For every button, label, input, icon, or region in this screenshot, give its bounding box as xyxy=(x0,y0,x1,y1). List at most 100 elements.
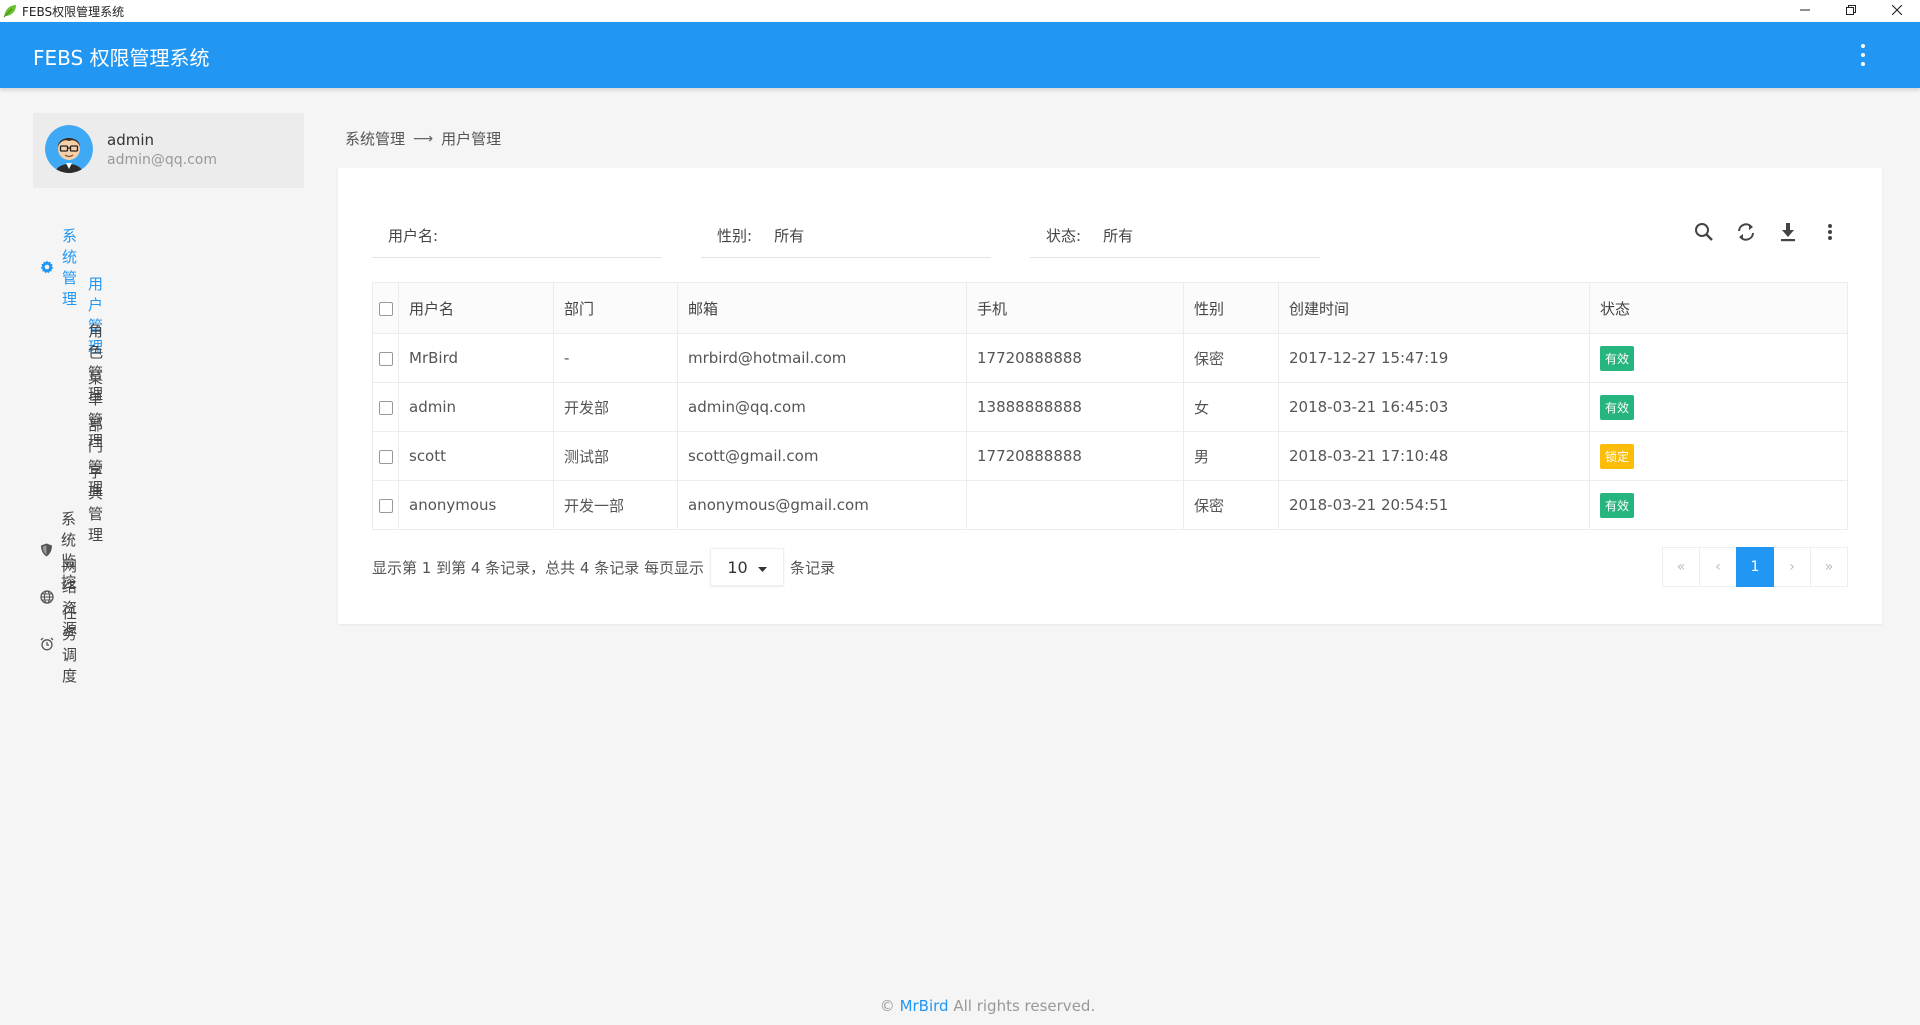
avatar xyxy=(45,125,93,173)
cell-phone xyxy=(966,480,1184,530)
breadcrumb: 系统管理 ⟶ 用户管理 xyxy=(345,128,501,149)
sidebar-group-label: 任务调度 xyxy=(62,604,78,685)
cell-username: MrBird xyxy=(398,333,554,383)
username-filter[interactable]: 用户名: xyxy=(372,213,662,258)
table-toolbar xyxy=(1692,220,1842,244)
alarm-clock-icon xyxy=(40,637,54,651)
row-checkbox[interactable] xyxy=(372,480,399,530)
cell-gender: 保密 xyxy=(1183,480,1279,530)
gear-icon xyxy=(40,260,54,274)
copyright-footer: © MrBird All rights reserved. xyxy=(0,997,1920,1015)
status-badge: 有效 xyxy=(1600,394,1635,420)
author-link[interactable]: MrBird xyxy=(900,997,949,1015)
cell-created: 2017-12-27 15:47:19 xyxy=(1278,333,1590,383)
gender-filter-select[interactable]: 所有 xyxy=(774,225,804,246)
row-checkbox[interactable] xyxy=(372,333,399,383)
row-checkbox[interactable] xyxy=(372,431,399,481)
select-all-checkbox[interactable] xyxy=(372,282,399,334)
cell-phone: 17720888888 xyxy=(966,431,1184,481)
cell-created: 2018-03-21 17:10:48 xyxy=(1278,431,1590,481)
column-header-username[interactable]: 用户名 xyxy=(398,282,554,334)
cell-status: 有效 xyxy=(1589,480,1848,530)
breadcrumb-current: 用户管理 xyxy=(441,130,502,148)
cell-gender: 保密 xyxy=(1183,333,1279,383)
cell-username: anonymous xyxy=(398,480,554,530)
close-window-button[interactable] xyxy=(1874,0,1920,22)
page-size-value: 10 xyxy=(727,557,748,577)
gender-filter[interactable]: 性别: 所有 xyxy=(701,213,991,258)
pagination: « ‹ 1 › » xyxy=(1662,547,1848,587)
cell-dept: 开发一部 xyxy=(553,480,678,530)
cell-email: admin@qq.com xyxy=(677,382,967,432)
arrow-right-icon: ⟶ xyxy=(413,130,434,147)
column-header-dept[interactable]: 部门 xyxy=(553,282,678,334)
cell-dept: 开发部 xyxy=(553,382,678,432)
caret-down-icon xyxy=(757,558,767,577)
app-title: FEBS 权限管理系统 xyxy=(33,46,210,70)
next-page-button[interactable]: › xyxy=(1773,547,1811,587)
status-badge: 有效 xyxy=(1600,345,1635,371)
table-row[interactable]: scott 测试部 scott@gmail.com 17720888888 男 … xyxy=(372,431,1848,481)
cell-phone: 17720888888 xyxy=(966,333,1184,383)
cell-gender: 男 xyxy=(1183,431,1279,481)
status-filter-label: 状态: xyxy=(1046,226,1082,245)
cell-status: 有效 xyxy=(1589,382,1848,432)
user-card[interactable]: admin admin@qq.com xyxy=(33,113,304,188)
table-row[interactable]: MrBird - mrbird@hotmail.com 17720888888 … xyxy=(372,333,1848,383)
last-page-button[interactable]: » xyxy=(1810,547,1848,587)
status-filter[interactable]: 状态: 所有 xyxy=(1030,213,1320,258)
restore-icon xyxy=(1846,4,1856,19)
sidebar-group-system-management[interactable]: 系统管理 xyxy=(40,225,77,309)
breadcrumb-parent[interactable]: 系统管理 xyxy=(345,128,405,149)
user-table: 用户名 部门 邮箱 手机 性别 创建时间 状态 MrBird - mrbird@… xyxy=(372,282,1848,530)
cell-email: scott@gmail.com xyxy=(677,431,967,481)
more-vertical-icon[interactable] xyxy=(1818,220,1842,244)
status-badge: 有效 xyxy=(1600,492,1635,518)
cell-created: 2018-03-21 16:45:03 xyxy=(1278,382,1590,432)
copyright-symbol: © xyxy=(879,997,895,1015)
cell-created: 2018-03-21 20:54:51 xyxy=(1278,480,1590,530)
status-filter-select[interactable]: 所有 xyxy=(1103,225,1133,246)
column-header-email[interactable]: 邮箱 xyxy=(677,282,967,334)
cell-username: scott xyxy=(398,431,554,481)
table-row[interactable]: admin 开发部 admin@qq.com 13888888888 女 201… xyxy=(372,382,1848,432)
column-header-phone[interactable]: 手机 xyxy=(966,282,1184,334)
minimize-button[interactable] xyxy=(1782,0,1828,22)
page-button-1[interactable]: 1 xyxy=(1736,547,1774,587)
first-page-button[interactable]: « xyxy=(1662,547,1700,587)
cell-username: admin xyxy=(398,382,554,432)
pagination-info-prefix: 显示第 1 到第 4 条记录，总共 4 条记录 每页显示 xyxy=(372,558,705,577)
window-titlebar: FEBS权限管理系统 xyxy=(0,0,1920,22)
pagination-info-suffix: 条记录 xyxy=(790,558,836,577)
restore-button[interactable] xyxy=(1828,0,1874,22)
download-icon[interactable] xyxy=(1776,220,1800,244)
pagination-info: 显示第 1 到第 4 条记录，总共 4 条记录 每页显示 10 条记录 xyxy=(372,548,835,586)
cell-phone: 13888888888 xyxy=(966,382,1184,432)
page-size-select[interactable]: 10 xyxy=(710,548,785,586)
search-icon[interactable] xyxy=(1692,220,1716,244)
table-header-row: 用户名 部门 邮箱 手机 性别 创建时间 状态 xyxy=(372,282,1848,334)
table-row[interactable]: anonymous 开发一部 anonymous@gmail.com 保密 20… xyxy=(372,480,1848,530)
user-table-card: 用户名: 性别: 所有 状态: 所有 用户名 部门 邮箱 手机 性别 创建时间 … xyxy=(338,168,1882,624)
refresh-icon[interactable] xyxy=(1734,220,1758,244)
app-header: FEBS 权限管理系统 xyxy=(0,22,1920,88)
column-header-status[interactable]: 状态 xyxy=(1589,282,1848,334)
sidebar-group-task-scheduling[interactable]: 任务调度 xyxy=(40,602,77,686)
cell-gender: 女 xyxy=(1183,382,1279,432)
sidebar-item-dict-management[interactable]: 字典管理 xyxy=(88,461,103,545)
status-badge: 锁定 xyxy=(1600,443,1635,469)
more-vertical-icon[interactable] xyxy=(1858,44,1868,66)
row-checkbox[interactable] xyxy=(372,382,399,432)
user-name: admin xyxy=(107,131,154,149)
gender-filter-label: 性别: xyxy=(717,226,753,245)
username-filter-label: 用户名: xyxy=(388,226,439,245)
cell-email: mrbird@hotmail.com xyxy=(677,333,967,383)
cell-dept: - xyxy=(553,333,678,383)
column-header-gender[interactable]: 性别 xyxy=(1183,282,1279,334)
cell-dept: 测试部 xyxy=(553,431,678,481)
column-header-created[interactable]: 创建时间 xyxy=(1278,282,1590,334)
cell-email: anonymous@gmail.com xyxy=(677,480,967,530)
close-icon xyxy=(1891,4,1903,19)
copyright-text: All rights reserved. xyxy=(953,997,1096,1015)
prev-page-button[interactable]: ‹ xyxy=(1699,547,1737,587)
